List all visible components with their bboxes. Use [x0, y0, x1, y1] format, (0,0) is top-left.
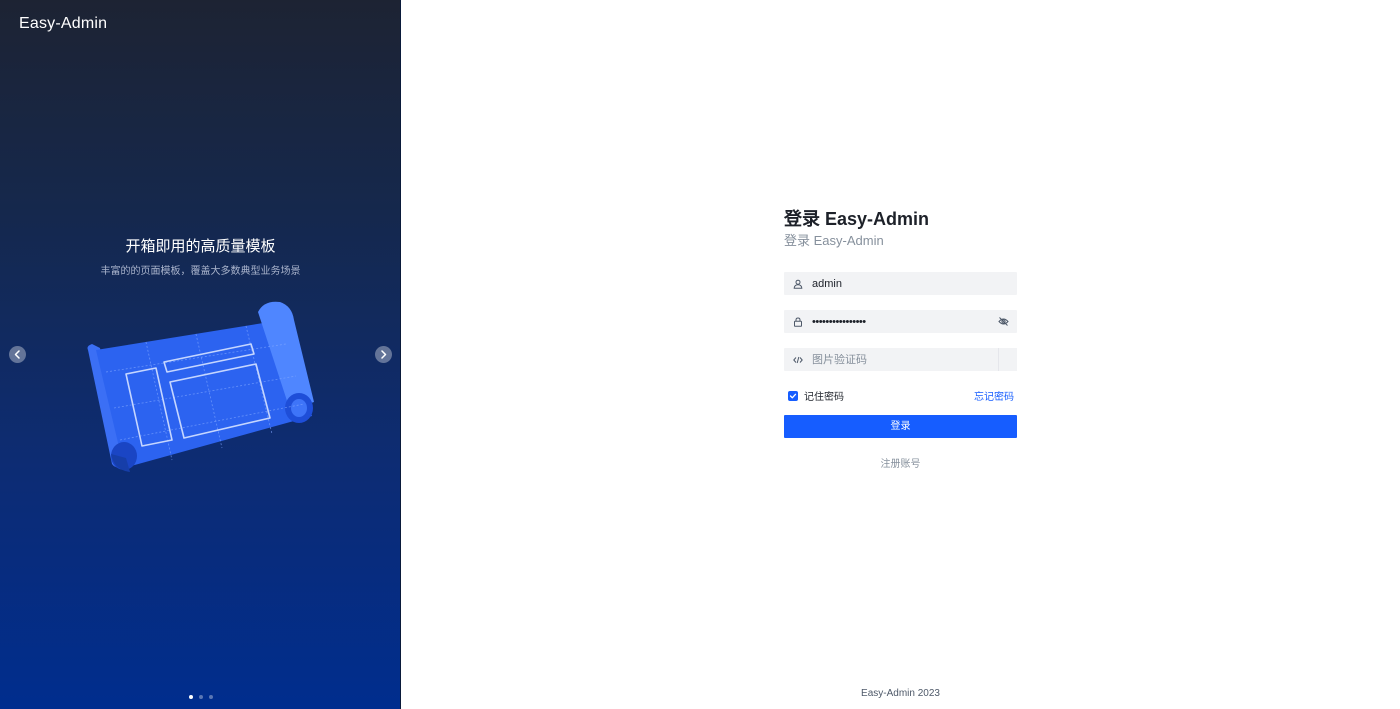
code-icon — [793, 355, 803, 365]
left-banner-panel: Easy-Admin 开箱即用的高质量模板 丰富的的页面模板，覆盖大多数典型业务… — [0, 0, 401, 709]
eye-off-icon — [997, 317, 1009, 326]
remember-password-label: 记住密码 — [804, 392, 844, 403]
captcha-input[interactable] — [812, 353, 998, 366]
username-field[interactable] — [784, 272, 1017, 295]
carousel-slide-subtitle: 丰富的的页面模板，覆盖大多数典型业务场景 — [100, 266, 301, 277]
blueprint-illustration — [87, 301, 314, 472]
carousel-dot-2[interactable] — [198, 695, 203, 699]
checkbox-checked-icon — [788, 390, 798, 401]
password-visibility-toggle[interactable] — [989, 310, 1017, 333]
carousel-indicators — [0, 695, 400, 699]
password-input[interactable]: •••••••••••••••• — [812, 316, 989, 328]
login-submit-button[interactable]: 登录 — [784, 415, 1017, 438]
username-input[interactable] — [812, 277, 1017, 290]
register-account-link[interactable]: 注册账号 — [784, 455, 1017, 470]
captcha-field[interactable] — [784, 348, 1017, 371]
chevron-right-icon — [381, 350, 387, 359]
carousel-dot-1[interactable] — [188, 695, 193, 699]
chevron-left-icon — [14, 350, 20, 359]
brand-logo-text: Easy-Admin — [19, 15, 108, 32]
lock-icon — [793, 316, 803, 327]
footer-copyright: Easy-Admin 2023 — [861, 688, 940, 699]
carousel-next-button[interactable] — [375, 346, 392, 363]
login-subtitle: 登录 Easy-Admin — [784, 233, 884, 248]
remember-password-checkbox[interactable]: 记住密码 — [788, 388, 844, 403]
carousel-dot-3[interactable] — [208, 695, 213, 699]
carousel-prev-button[interactable] — [9, 346, 26, 363]
login-form: 登录 Easy-Admin 登录 Easy-Admin ••••••••••••… — [784, 205, 1017, 470]
forgot-password-link[interactable]: 忘记密码 — [974, 388, 1014, 403]
user-icon — [793, 279, 803, 289]
captcha-image[interactable] — [998, 348, 1017, 371]
carousel-slide-title: 开箱即用的高质量模板 — [125, 238, 276, 255]
login-title: 登录 Easy-Admin — [784, 209, 930, 229]
password-field[interactable]: •••••••••••••••• — [784, 310, 1017, 333]
